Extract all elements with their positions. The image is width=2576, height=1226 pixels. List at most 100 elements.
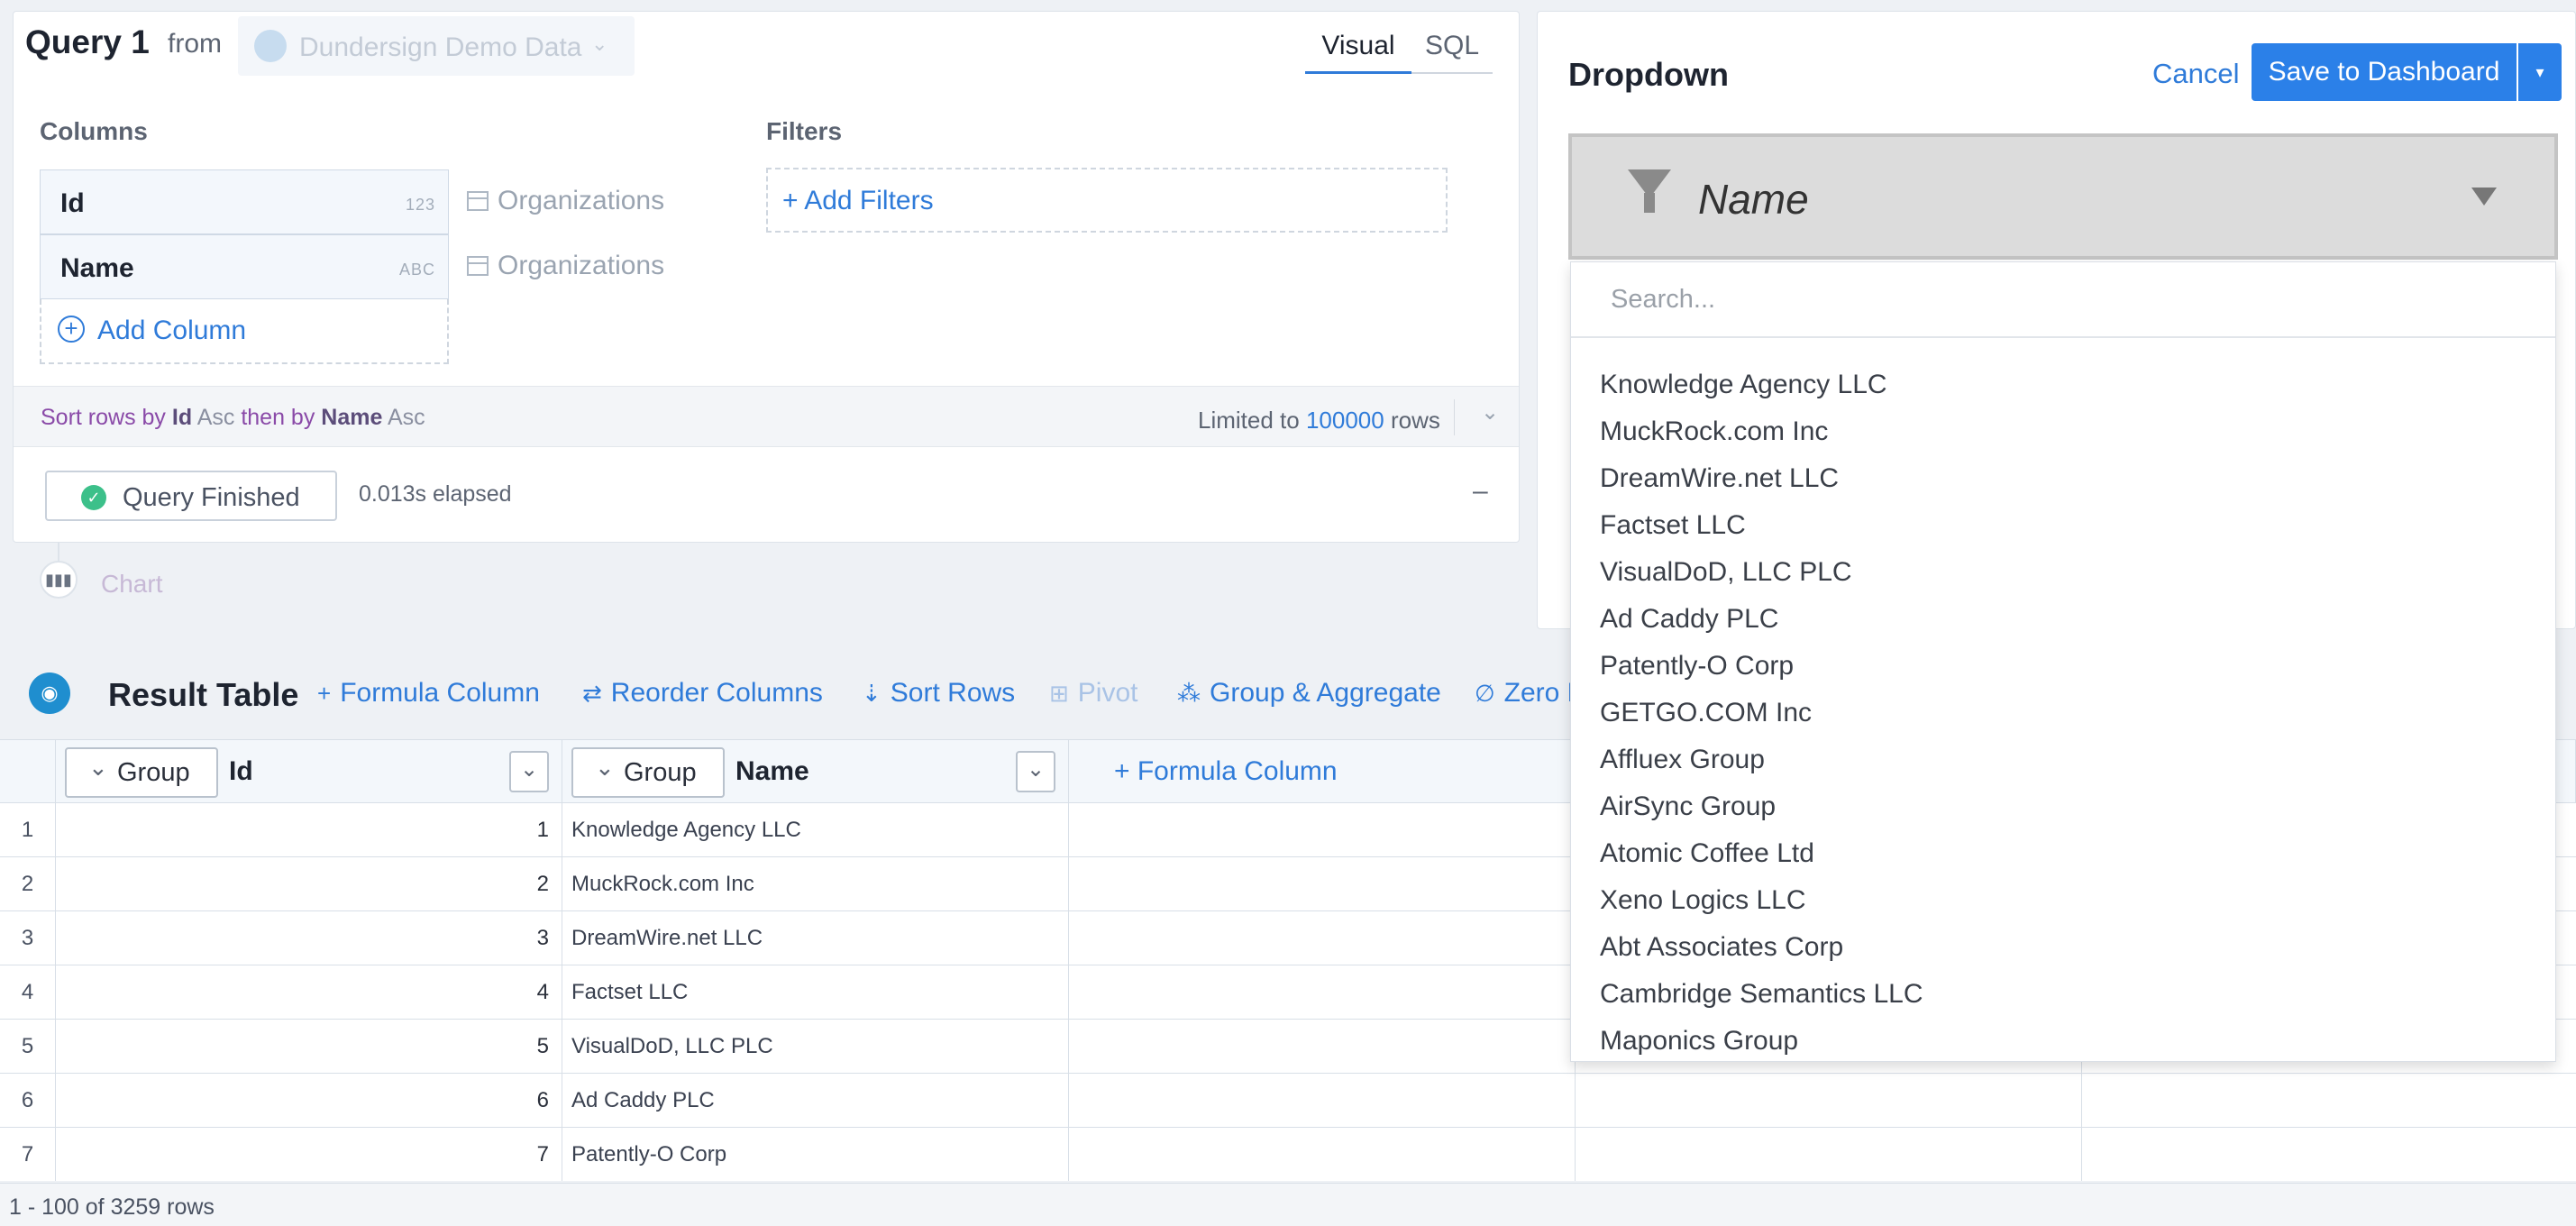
add-column-button[interactable]: + Add Column	[40, 299, 449, 364]
column-menu-chevron-icon[interactable]: ⌄	[1016, 751, 1055, 792]
sort-summary[interactable]: Sort rows by Id Asc then by Name Asc	[41, 405, 425, 431]
table-icon	[467, 256, 489, 276]
selected-value: Name	[1698, 176, 1809, 223]
save-to-dashboard-button[interactable]: Save to Dashboard	[2252, 43, 2517, 101]
pivot-button[interactable]: ⊞ Pivot	[1049, 678, 1138, 709]
dropdown-option[interactable]: Maponics Group	[1571, 1018, 2555, 1061]
cell-id[interactable]: 1	[56, 803, 562, 857]
columns-section-label: Columns	[40, 117, 148, 145]
add-filters-button[interactable]: + Add Filters	[766, 168, 1448, 233]
reorder-columns-label: Reorder Columns	[610, 678, 823, 708]
formula-column-button[interactable]: + Formula Column	[317, 678, 540, 709]
cell-empty	[1069, 1128, 1576, 1181]
cell-name[interactable]: Ad Caddy PLC	[562, 1074, 1069, 1128]
hierarchy-icon: ⁂	[1177, 680, 1201, 707]
zero-fill-icon: ∅	[1475, 680, 1495, 707]
reorder-columns-button[interactable]: ⇄ Reorder Columns	[582, 678, 823, 709]
limit-value[interactable]: 100000	[1306, 407, 1384, 434]
row-number: 7	[0, 1128, 56, 1181]
sort-rows-button[interactable]: ⇣ Sort Rows	[862, 678, 1015, 709]
table-icon	[467, 191, 489, 211]
elapsed-time: 0.013s elapsed	[359, 481, 512, 507]
dropdown-option[interactable]: VisualDoD, LLC PLC	[1571, 549, 2555, 596]
cell-empty	[1576, 1128, 2082, 1181]
save-options-caret-icon[interactable]: ▾	[2518, 43, 2562, 101]
cell-name[interactable]: Patently-O Corp	[562, 1128, 1069, 1181]
sort-bar[interactable]: Sort rows by Id Asc then by Name Asc Lim…	[14, 386, 1519, 447]
sort-direction-2: Asc	[387, 405, 425, 430]
column-type-badge: 123	[405, 196, 435, 214]
add-formula-column-link[interactable]: + Formula Column	[1114, 756, 1338, 787]
column-header-id[interactable]: Group Id ⌄	[56, 740, 562, 803]
cell-id[interactable]: 4	[56, 965, 562, 1020]
chart-step-label[interactable]: Chart	[101, 570, 162, 599]
cell-id[interactable]: 7	[56, 1128, 562, 1181]
dropdown-option[interactable]: Affluex Group	[1571, 737, 2555, 783]
plus-circle-icon: +	[58, 316, 85, 343]
dropdown-option[interactable]: Patently-O Corp	[1571, 643, 2555, 690]
query-title[interactable]: Query 1	[25, 23, 150, 61]
dropdown-option[interactable]: MuckRock.com Inc	[1571, 408, 2555, 455]
divider	[1454, 399, 1455, 435]
dropdown-option[interactable]: Abt Associates Corp	[1571, 924, 2555, 971]
dropdown-option[interactable]: DreamWire.net LLC	[1571, 455, 2555, 502]
cell-name[interactable]: Knowledge Agency LLC	[562, 803, 1069, 857]
tab-visual[interactable]: Visual	[1305, 31, 1411, 74]
group-button[interactable]: Group	[65, 744, 218, 798]
column-header-name[interactable]: Group Name ⌄	[562, 740, 1069, 803]
dropdown-option[interactable]: Knowledge Agency LLC	[1571, 361, 2555, 408]
group-button[interactable]: Group	[571, 744, 725, 798]
dropdown-option[interactable]: Cambridge Semantics LLC	[1571, 971, 2555, 1018]
column-id[interactable]: Id 123	[40, 169, 449, 234]
result-table-title: Result Table	[108, 676, 299, 713]
table-row[interactable]: 7 7 Patently-O Corp	[0, 1128, 2576, 1181]
group-aggregate-button[interactable]: ⁂ Group & Aggregate	[1177, 678, 1441, 709]
cell-name[interactable]: Factset LLC	[562, 965, 1069, 1020]
row-number: 3	[0, 911, 56, 965]
datasource-select[interactable]: Dundersign Demo Data ⌄	[238, 16, 635, 76]
limit-prefix: Limited to	[1198, 407, 1300, 434]
plus-icon: +	[317, 680, 332, 707]
name-filter-dropdown[interactable]: Name	[1568, 133, 2558, 260]
query-status-badge[interactable]: ✓ Query Finished	[45, 471, 337, 521]
column-menu-chevron-icon[interactable]: ⌄	[509, 751, 549, 792]
cell-id[interactable]: 6	[56, 1074, 562, 1128]
group-aggregate-label: Group & Aggregate	[1210, 678, 1441, 708]
table-row[interactable]: 6 6 Ad Caddy PLC	[0, 1074, 2576, 1128]
datasource-label: Dundersign Demo Data	[299, 32, 582, 62]
filters-section-label: Filters	[766, 117, 843, 145]
filter-icon-stem	[1644, 193, 1655, 213]
cell-name[interactable]: VisualDoD, LLC PLC	[562, 1020, 1069, 1074]
column-source-label: Organizations	[498, 186, 665, 215]
zero-fill-button[interactable]: ∅ Zero F	[1475, 678, 1584, 709]
cell-id[interactable]: 2	[56, 857, 562, 911]
sort-rows-label: Sort Rows	[890, 678, 1016, 708]
chevron-down-icon: ⌄	[591, 32, 608, 55]
collapse-button[interactable]: –	[1473, 476, 1488, 507]
sort-direction-1: Asc	[196, 405, 235, 430]
dropdown-option[interactable]: Factset LLC	[1571, 502, 2555, 549]
tab-sql[interactable]: SQL	[1411, 31, 1493, 74]
bar-chart-icon[interactable]: ▮▮▮	[40, 561, 78, 599]
chevron-down-icon[interactable]: ⌄	[1481, 399, 1499, 425]
pivot-label: Pivot	[1077, 678, 1138, 708]
sort-prefix: Sort rows by	[41, 405, 166, 430]
dropdown-option[interactable]: Ad Caddy PLC	[1571, 596, 2555, 643]
column-name-row[interactable]: Name ABC	[40, 234, 449, 299]
query-from-label: from	[168, 29, 222, 59]
dropdown-option[interactable]: Xeno Logics LLC	[1571, 877, 2555, 924]
cell-id[interactable]: 3	[56, 911, 562, 965]
row-number: 6	[0, 1074, 56, 1128]
formula-column-header[interactable]: + Formula Column	[1069, 740, 1576, 803]
cell-name[interactable]: MuckRock.com Inc	[562, 857, 1069, 911]
column-header-label: Id	[229, 756, 253, 786]
dropdown-option[interactable]: Atomic Coffee Ltd	[1571, 830, 2555, 877]
dropdown-option[interactable]: GETGO.COM Inc	[1571, 690, 2555, 737]
row-limit[interactable]: Limited to 100000 rows	[1198, 407, 1440, 435]
cell-id[interactable]: 5	[56, 1020, 562, 1074]
cancel-button[interactable]: Cancel	[2152, 58, 2240, 90]
dropdown-option[interactable]: AirSync Group	[1571, 783, 2555, 830]
cell-name[interactable]: DreamWire.net LLC	[562, 911, 1069, 965]
status-label: Query Finished	[123, 483, 300, 512]
search-input[interactable]	[1571, 262, 2555, 338]
